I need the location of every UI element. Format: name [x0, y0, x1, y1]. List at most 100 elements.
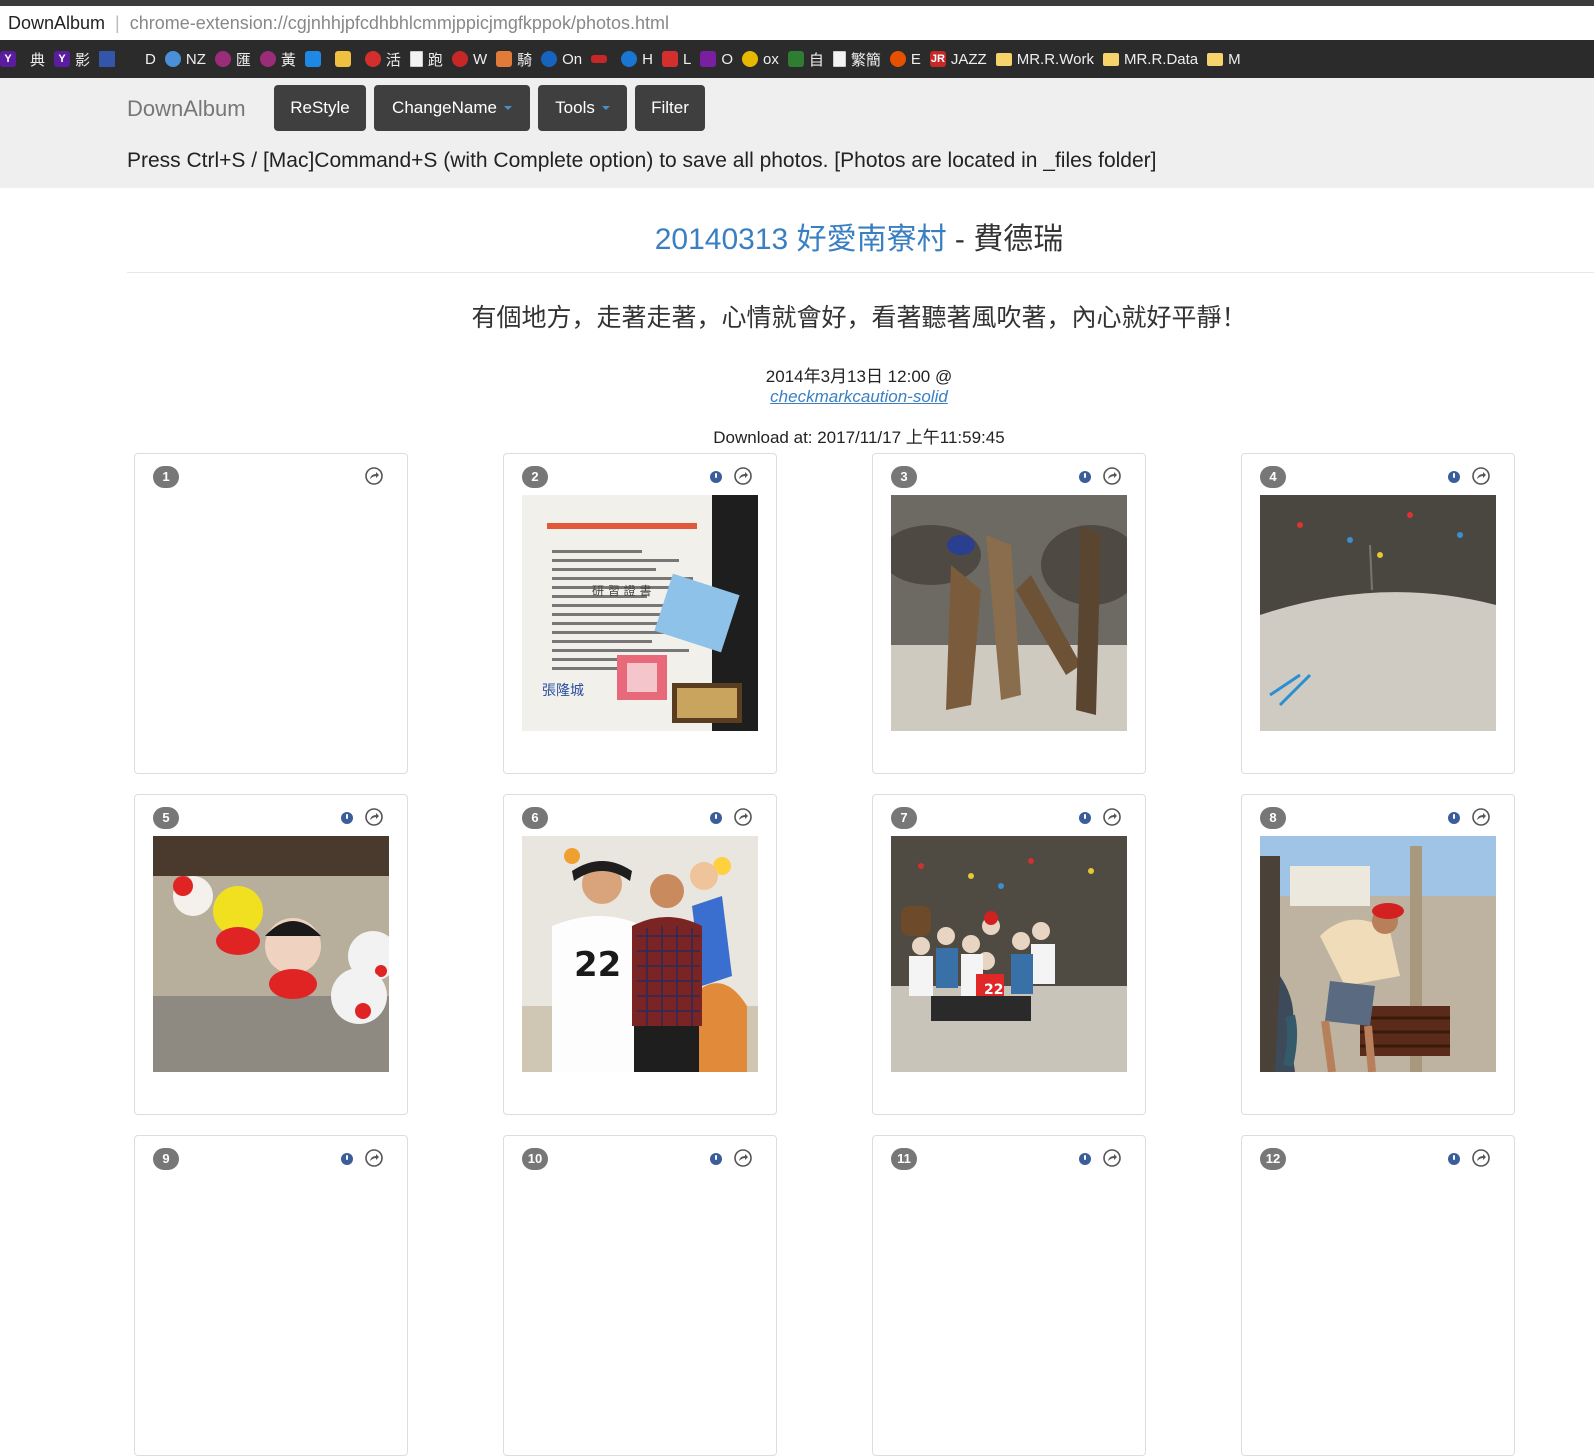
share-icon[interactable] [1102, 807, 1122, 827]
bookmark-label: 典 [30, 51, 46, 69]
bookmark-item[interactable]: JR JAZZ [929, 51, 987, 68]
album-photo[interactable]: 研 習 證 書張隆城 [522, 495, 758, 731]
author-link[interactable]: checkmarkcaution-solid [770, 387, 948, 406]
tools-dropdown[interactable]: Tools [538, 85, 627, 131]
yahoo-icon: Y [54, 51, 71, 67]
share-icon[interactable] [364, 1148, 384, 1168]
photo-card[interactable]: 8 [1241, 794, 1515, 1115]
bookmark-item[interactable]: D [145, 51, 156, 68]
info-icon[interactable] [341, 812, 353, 824]
bookmark-item[interactable]: M [1207, 51, 1241, 68]
bookmark-item[interactable]: Y 影 [54, 49, 90, 70]
brand-logo[interactable]: DownAlbum [127, 96, 246, 122]
album-photo[interactable] [1260, 836, 1496, 1072]
bookmark-item[interactable]: NZ [164, 51, 206, 68]
share-icon[interactable] [1102, 1148, 1122, 1168]
bookmark-item[interactable] [99, 51, 120, 67]
info-icon[interactable] [710, 812, 722, 824]
info-icon[interactable] [1448, 1153, 1460, 1165]
bookmark-item[interactable]: W [451, 51, 487, 68]
photo-card[interactable]: 7 22 [872, 794, 1146, 1115]
change-name-dropdown[interactable]: ChangeName [374, 85, 530, 131]
share-icon[interactable] [733, 466, 753, 486]
bookmark-item[interactable]: 匯 [214, 49, 251, 70]
bookmark-item[interactable] [334, 51, 356, 67]
bookmark-item[interactable]: ox [742, 51, 779, 68]
bookmark-label: H [642, 50, 653, 68]
bookmarks-bar: Y 典 Y 影 D NZ 匯 黃 活 跑 W 騎 On H L O ox 自 繁… [0, 40, 1594, 78]
photo-card[interactable]: 5 [134, 794, 408, 1115]
share-icon[interactable] [1471, 1148, 1491, 1168]
bookmark-item[interactable] [304, 51, 326, 67]
photo-number-badge: 7 [891, 807, 917, 829]
share-icon[interactable] [1471, 466, 1491, 486]
photo-card[interactable]: 6 22 [503, 794, 777, 1115]
info-icon[interactable] [710, 471, 722, 483]
bookmark-label: 匯 [235, 51, 251, 69]
info-icon[interactable] [1079, 471, 1091, 483]
bookmark-label: 繁簡 [850, 51, 881, 69]
photo-number-badge: 9 [153, 1148, 179, 1170]
photo-card[interactable]: 4 [1241, 453, 1515, 774]
circle-char-icon [259, 51, 276, 67]
target-icon [364, 51, 381, 67]
album-photo[interactable] [153, 836, 389, 1072]
bookmark-item[interactable]: H [621, 51, 653, 68]
address-bar[interactable]: DownAlbum | chrome-extension://cgjnhhjpf… [0, 6, 1594, 40]
info-icon[interactable] [710, 1153, 722, 1165]
album-photo[interactable] [891, 495, 1127, 731]
bookmark-item[interactable]: 繁簡 [832, 49, 881, 70]
album-date-link[interactable]: 20140313 [655, 223, 788, 256]
share-icon[interactable] [1471, 807, 1491, 827]
divider [127, 272, 1594, 273]
info-icon[interactable] [1079, 1153, 1091, 1165]
photo-number-badge: 6 [522, 807, 548, 829]
bookmark-item[interactable]: 自 [787, 49, 824, 70]
album-photo[interactable] [1260, 495, 1496, 731]
share-icon[interactable] [364, 807, 384, 827]
bookmark-label: 跑 [427, 51, 443, 69]
photo-card[interactable]: 10 [503, 1135, 777, 1456]
caret-down-icon [503, 106, 512, 110]
restyle-button[interactable]: ReStyle [274, 85, 366, 131]
bookmark-item[interactable]: 典 [30, 49, 45, 70]
bookmark-item[interactable]: O [700, 51, 733, 68]
photo-card[interactable]: 2 研 習 證 書張隆城 [503, 453, 777, 774]
bookmark-item[interactable]: On [541, 51, 582, 68]
bookmark-item[interactable]: 跑 [409, 49, 443, 70]
bookmark-item[interactable]: 活 [364, 49, 401, 70]
share-icon[interactable] [733, 807, 753, 827]
bookmark-yahoo[interactable]: Y [0, 51, 21, 67]
info-icon[interactable] [1079, 812, 1091, 824]
author-line: checkmarkcaution-solid [0, 387, 1594, 407]
bookmark-label: MR.R.Data [1123, 50, 1199, 68]
photo-card[interactable]: 12 [1241, 1135, 1515, 1456]
bookmark-item[interactable]: MR.R.Data [1102, 50, 1199, 68]
bookmark-item[interactable]: 騎 [496, 49, 532, 70]
address-url[interactable]: chrome-extension://cgjnhhjpfcdhbhlcmmjpp… [130, 13, 669, 34]
share-icon[interactable] [733, 1148, 753, 1168]
photo-card[interactable]: 11 [872, 1135, 1146, 1456]
share-icon[interactable] [364, 466, 384, 486]
bookmark-item[interactable]: MR.R.Work [995, 51, 1094, 68]
onedrive-icon [541, 51, 558, 67]
album-photo[interactable]: 22 [522, 836, 758, 1072]
photo-card[interactable]: 3 [872, 453, 1146, 774]
bookmark-item[interactable]: E [889, 51, 921, 68]
album-photo[interactable]: 22 [891, 836, 1127, 1072]
tools-label: Tools [555, 98, 595, 117]
photo-card[interactable]: 1 [134, 453, 408, 774]
bookmark-item[interactable]: 黃 [259, 49, 296, 70]
share-icon[interactable] [1102, 466, 1122, 486]
album-name-link[interactable]: 好愛南寮村 [797, 223, 947, 256]
page-icon [409, 51, 423, 67]
info-icon[interactable] [341, 1153, 353, 1165]
rider-icon [496, 51, 513, 67]
info-icon[interactable] [1448, 471, 1460, 483]
photo-card[interactable]: 9 [134, 1135, 408, 1456]
card-icon [334, 51, 351, 67]
bookmark-item[interactable]: L [661, 51, 691, 68]
bookmark-item[interactable] [591, 55, 612, 63]
info-icon[interactable] [1448, 812, 1460, 824]
filter-button[interactable]: Filter [635, 85, 705, 131]
